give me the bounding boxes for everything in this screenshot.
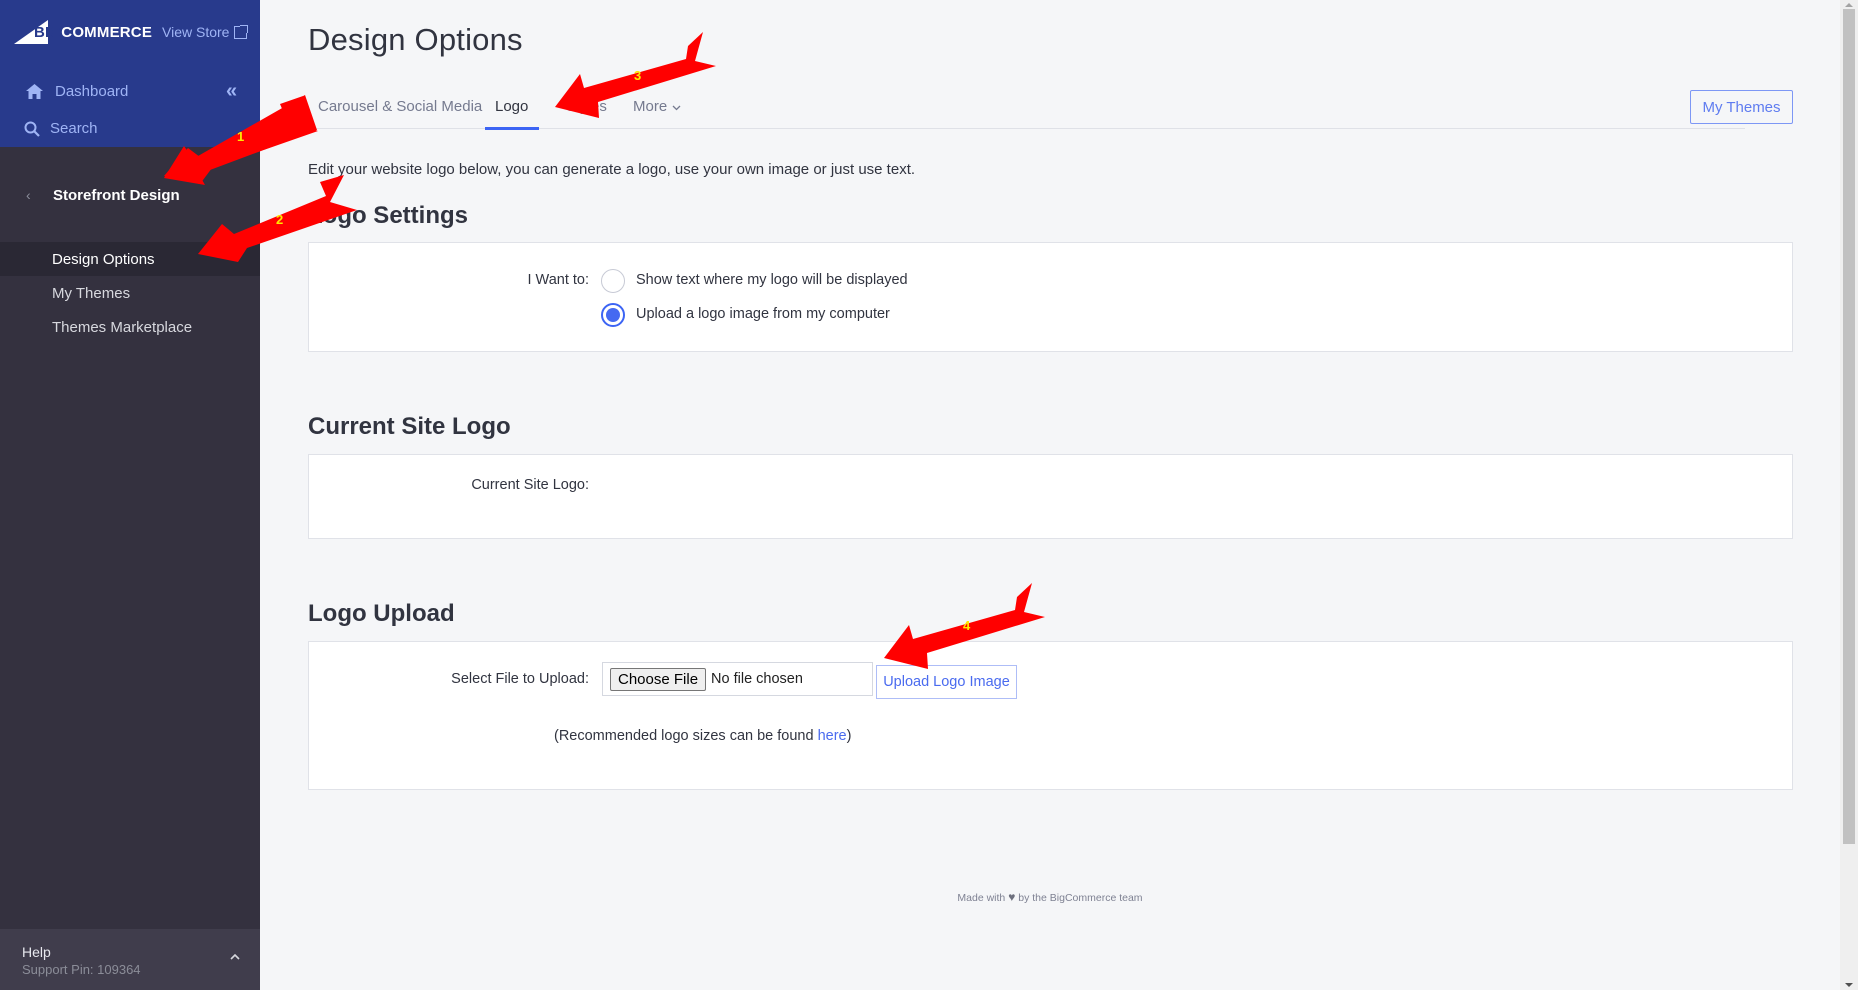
scroll-down-arrow-icon[interactable]: [1845, 983, 1853, 987]
footer: Made with ♥ by the BigCommerce team: [260, 890, 1840, 904]
file-status: No file chosen: [711, 671, 803, 687]
sidebar: BIGCOMMERCE View Store Dashboard « Searc…: [0, 0, 260, 990]
recommend-suffix: ): [846, 728, 852, 744]
file-input[interactable]: Choose File No file chosen: [602, 662, 873, 696]
recommended-sizes-text: (Recommended logo sizes can be found her…: [554, 728, 851, 744]
scroll-up-arrow-icon[interactable]: [1845, 3, 1853, 7]
radio-upload-image-label[interactable]: Upload a logo image from my computer: [636, 306, 890, 322]
current-site-logo-panel: Current Site Logo:: [308, 454, 1793, 539]
sidebar-item-my-themes[interactable]: My Themes: [0, 276, 260, 310]
footer-prefix: Made with: [957, 892, 1006, 904]
page-scrollbar[interactable]: [1840, 0, 1858, 990]
external-link-icon: [234, 24, 249, 39]
logo-upload-panel: Select File to Upload: Choose File No fi…: [308, 641, 1793, 790]
footer-suffix: by the BigCommerce team: [1018, 892, 1143, 904]
sidebar-item-dashboard[interactable]: Dashboard: [26, 83, 128, 100]
home-icon: [26, 84, 43, 99]
tab-styles[interactable]: Styles: [566, 94, 607, 129]
here-link[interactable]: here: [818, 728, 847, 744]
scroll-thumb[interactable]: [1843, 9, 1855, 844]
logo-settings-heading: Logo Settings: [308, 202, 468, 229]
sidebar-item-label: Search: [50, 120, 98, 137]
upload-logo-image-button[interactable]: Upload Logo Image: [876, 665, 1017, 699]
search-icon: [24, 121, 40, 137]
tab-logo[interactable]: Logo: [484, 94, 540, 130]
tab-more-label: More: [633, 98, 668, 115]
radio-show-text-label[interactable]: Show text where my logo will be displaye…: [636, 272, 908, 288]
tab-carousel-social-media[interactable]: Carousel & Social Media: [318, 94, 482, 129]
tab-bar: Carousel & Social Media Logo Styles More: [308, 94, 1745, 130]
help-label: Help: [22, 944, 51, 960]
radio-upload-image[interactable]: [601, 303, 625, 327]
current-site-logo-heading: Current Site Logo: [308, 413, 511, 440]
page-title: Design Options: [308, 22, 523, 57]
logo-upload-heading: Logo Upload: [308, 600, 455, 627]
my-themes-button[interactable]: My Themes: [1690, 90, 1793, 124]
sidebar-item-design-options[interactable]: Design Options: [0, 242, 260, 276]
sidebar-item-themes-marketplace[interactable]: Themes Marketplace: [0, 310, 260, 344]
chevron-down-icon: [672, 105, 681, 111]
bigcommerce-logo[interactable]: BIGCOMMERCE: [14, 20, 152, 44]
sidebar-item-label: Dashboard: [55, 83, 129, 100]
sidebar-item-search[interactable]: Search: [24, 120, 98, 137]
sidebar-section-title: Storefront Design: [53, 186, 180, 204]
logo-settings-panel: I Want to: Show text where my logo will …: [308, 242, 1793, 352]
recommend-prefix: (Recommended logo sizes can be found: [554, 728, 818, 744]
main-content: Design Options Carousel & Social Media L…: [260, 0, 1840, 990]
chevron-up-icon[interactable]: [230, 949, 240, 963]
sidebar-section-header: ‹ Storefront Design: [0, 182, 260, 208]
select-file-label: Select File to Upload:: [451, 671, 589, 687]
back-chevron-icon[interactable]: ‹: [26, 187, 31, 203]
heart-icon: ♥: [1008, 890, 1016, 904]
brand-name: BIGCOMMERCE: [34, 23, 153, 41]
intro-text: Edit your website logo below, you can ge…: [308, 161, 916, 178]
i-want-to-label: I Want to:: [527, 272, 589, 288]
choose-file-button[interactable]: Choose File: [610, 667, 707, 691]
collapse-sidebar-icon[interactable]: «: [226, 81, 237, 101]
current-site-logo-label: Current Site Logo:: [471, 477, 589, 493]
tab-more[interactable]: More: [633, 94, 681, 129]
sidebar-header: BIGCOMMERCE View Store Dashboard « Searc…: [0, 0, 260, 147]
view-store-link[interactable]: View Store: [162, 24, 249, 40]
support-pin: Support Pin: 109364: [22, 962, 141, 977]
view-store-label: View Store: [162, 24, 230, 40]
help-panel[interactable]: Help Support Pin: 109364: [0, 929, 260, 990]
radio-show-text[interactable]: [601, 269, 625, 293]
